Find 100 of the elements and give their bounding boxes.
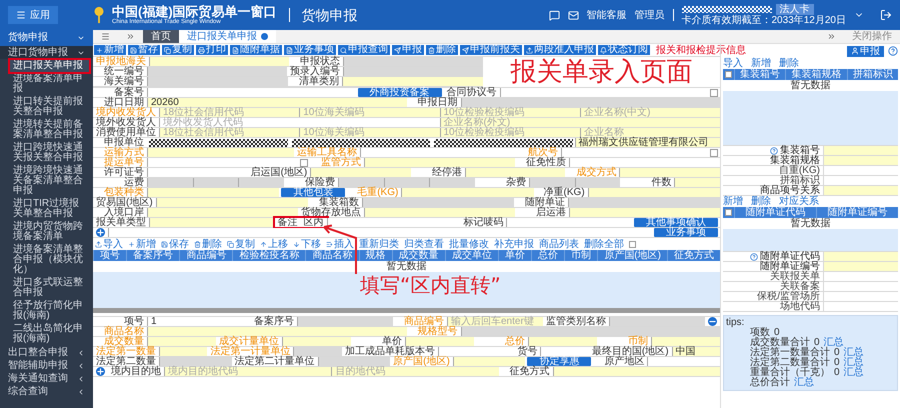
input-field[interactable] xyxy=(552,367,720,376)
input-field[interactable] xyxy=(147,327,406,336)
tab[interactable]: 首页 xyxy=(143,30,179,43)
checkbox[interactable] xyxy=(300,158,308,166)
input-field[interactable] xyxy=(364,158,515,167)
help-icon[interactable] xyxy=(888,46,898,56)
action-icon xyxy=(95,241,102,248)
input-field[interactable] xyxy=(159,347,208,356)
sidebar-item[interactable]: 进境内贸货物跨境备案清单 xyxy=(10,221,89,243)
logout-icon[interactable] xyxy=(880,9,892,21)
input-field[interactable] xyxy=(823,186,898,195)
collapse-icon[interactable] xyxy=(708,317,717,326)
checkbox[interactable] xyxy=(725,209,732,216)
sidebar-item[interactable]: 进口TIR过境报关单整合申报 xyxy=(10,198,89,220)
sidebar-group[interactable]: 出口整合申报 xyxy=(0,346,93,359)
chat-icon[interactable] xyxy=(548,10,560,20)
input-field[interactable] xyxy=(464,168,566,177)
input-field[interactable] xyxy=(147,148,294,157)
sidebar-group[interactable]: 智能辅助申报 xyxy=(0,359,93,372)
table-action[interactable]: 导入 xyxy=(723,56,743,71)
sidebar-item[interactable]: 进境跨境快速通关备案清单整合申报 xyxy=(10,165,89,197)
input-field[interactable] xyxy=(452,357,526,366)
input-field[interactable] xyxy=(342,77,483,86)
checkbox[interactable] xyxy=(710,148,718,156)
field-label: 关联报关单 xyxy=(770,272,820,282)
field-label: 启运港 xyxy=(535,208,567,218)
form-button[interactable]: 外商投资备案 xyxy=(358,88,442,97)
chevrons-icon[interactable] xyxy=(126,32,135,41)
sum-link[interactable]: 汇总 xyxy=(844,358,864,368)
sidebar-item[interactable]: 进口转关提前报关整合申报 xyxy=(10,96,89,118)
help-icon[interactable] xyxy=(770,146,778,154)
add-icon[interactable] xyxy=(96,367,105,376)
action-icon xyxy=(161,241,168,248)
apps-button[interactable]: 应用 xyxy=(8,6,58,24)
sidebar-item[interactable]: 进境转关提前备案清单整合申报 xyxy=(10,119,89,141)
sidebar-item[interactable]: 径予放行简化申报(海南) xyxy=(10,300,89,322)
input-field[interactable] xyxy=(823,262,898,271)
declare-button[interactable]: 申报 xyxy=(847,46,884,56)
sidebar-item[interactable]: 进口跨境快速通关报关整合申报 xyxy=(10,142,89,164)
sidebar-item[interactable]: 进境备案清单整合申报（模块优化） xyxy=(10,244,89,276)
form-button[interactable]: 其他包装 xyxy=(281,188,346,197)
chevrons-icon[interactable] xyxy=(827,32,836,41)
sidebar-group[interactable]: 综合查询 xyxy=(0,385,93,398)
field-label: 贸易国(地区) xyxy=(95,198,154,208)
input-field[interactable] xyxy=(147,188,280,197)
header-link[interactable]: 管理员 xyxy=(634,8,664,22)
form-button[interactable]: 协定享惠 xyxy=(527,357,592,366)
input-field[interactable] xyxy=(651,337,720,346)
input-field[interactable] xyxy=(823,252,898,261)
input-field[interactable]: 中国 xyxy=(672,347,720,356)
mail-icon[interactable] xyxy=(568,10,578,20)
sidebar-group[interactable]: 海关通知查询 xyxy=(0,372,93,385)
form-button[interactable]: 其他事项确认 xyxy=(634,218,718,227)
input-field[interactable] xyxy=(823,156,898,165)
checkbox[interactable] xyxy=(725,71,732,78)
input-field[interactable] xyxy=(528,337,597,346)
sidebar-header[interactable]: 货物申报 xyxy=(0,30,93,46)
input-field[interactable] xyxy=(149,57,289,66)
input-field[interactable] xyxy=(310,168,411,177)
table-action[interactable]: 新增 xyxy=(723,194,743,209)
input-field[interactable] xyxy=(156,198,308,207)
input-field[interactable] xyxy=(401,188,534,197)
action-icon xyxy=(128,241,135,248)
input-field[interactable] xyxy=(674,178,720,187)
add-icon[interactable] xyxy=(96,228,105,237)
form-button[interactable]: 业务事项 xyxy=(654,228,718,237)
help-icon[interactable] xyxy=(750,252,758,260)
sum-link[interactable]: 汇总 xyxy=(794,378,814,388)
field-label: 海关编号 xyxy=(103,76,145,86)
sidebar-item[interactable]: 进口报关单申报 xyxy=(10,60,89,72)
input-field[interactable] xyxy=(147,337,216,346)
field-label: 自重(KG) xyxy=(778,166,820,176)
input-field[interactable] xyxy=(364,208,515,217)
input-field[interactable] xyxy=(147,208,298,217)
input-field[interactable]: 20260 xyxy=(147,98,406,107)
menu-icon[interactable] xyxy=(101,32,110,41)
input-field[interactable]: 福州瑞文供应链管理有限公司 xyxy=(574,138,720,147)
checkbox[interactable] xyxy=(629,241,636,248)
input-field[interactable] xyxy=(823,146,898,155)
input-field[interactable] xyxy=(405,337,474,346)
sidebar-item[interactable]: 二线出岛简化申报(海南) xyxy=(10,323,89,345)
sidebar-group[interactable]: 进口货物申报 xyxy=(0,46,93,59)
sidebar-item[interactable]: 进口多式联运整合申报 xyxy=(10,277,89,299)
tab[interactable]: 进口报关单申报 xyxy=(179,30,276,43)
input-field[interactable] xyxy=(282,337,351,346)
input-field[interactable] xyxy=(569,208,720,217)
sum-link[interactable]: 汇总 xyxy=(844,348,864,358)
sum-link[interactable]: 汇总 xyxy=(824,338,844,348)
field-label: 申报日期 xyxy=(416,98,458,108)
input-field[interactable] xyxy=(619,168,720,177)
close-action-link[interactable]: 关闭操作 xyxy=(844,29,900,44)
tips-value: 0 xyxy=(834,358,840,368)
sum-link[interactable]: 汇总 xyxy=(844,368,864,378)
header-link[interactable]: 智能客服 xyxy=(586,8,626,22)
card-expiry: 卡介质有效期截至：2033年12月20日 xyxy=(682,15,846,26)
checkbox[interactable] xyxy=(710,88,718,96)
field-label: 随附单证编号 xyxy=(760,262,820,272)
input-field[interactable] xyxy=(149,218,275,227)
input-field[interactable] xyxy=(588,188,720,197)
field-label: 法定第一数量 xyxy=(95,346,157,356)
